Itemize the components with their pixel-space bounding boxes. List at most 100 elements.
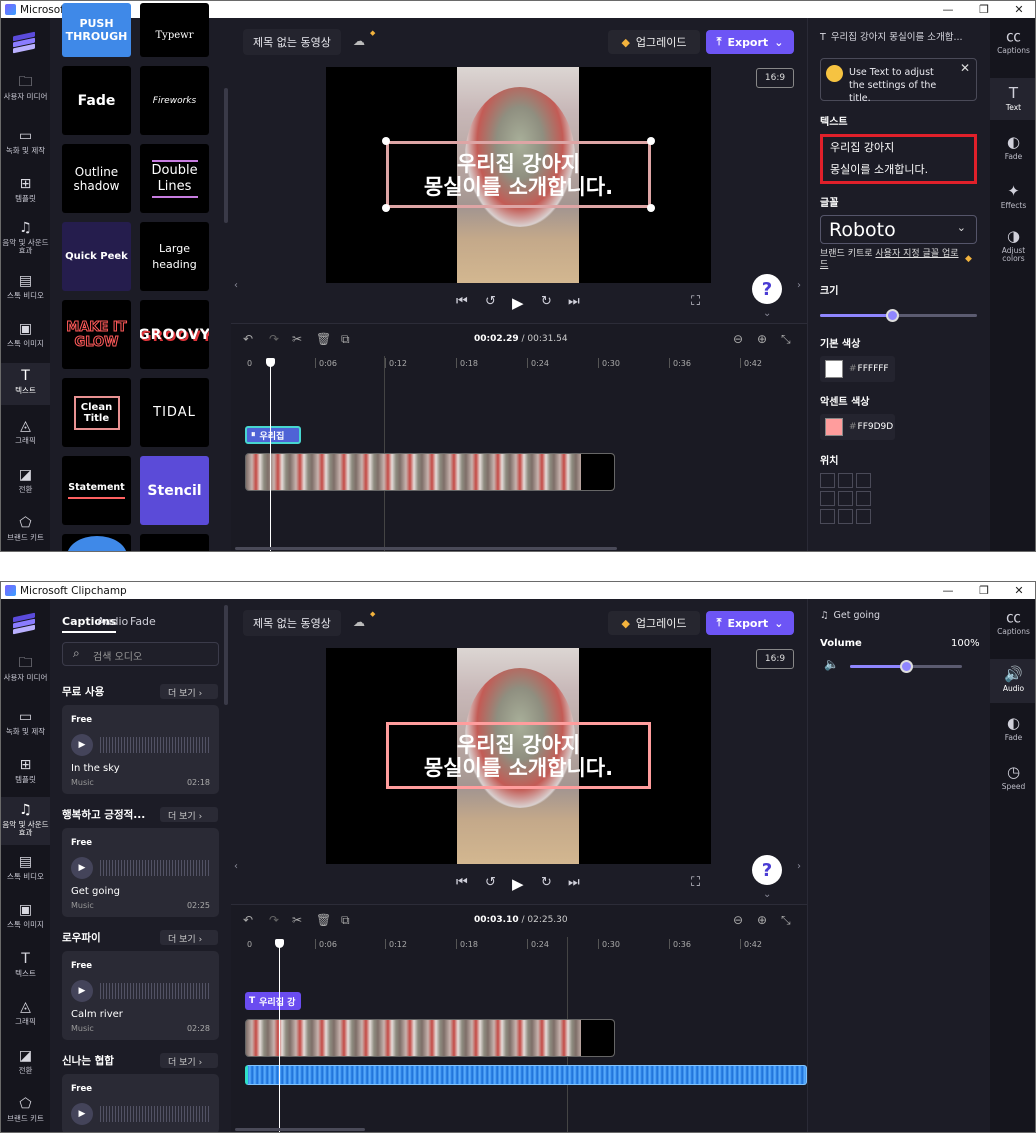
text-tile-partial-2[interactable] xyxy=(140,534,209,551)
close-tip-icon[interactable]: ✕ xyxy=(960,62,970,75)
nav-text[interactable]: T 텍스트 xyxy=(1,951,50,978)
volume-slider[interactable] xyxy=(850,660,962,673)
video-clip[interactable] xyxy=(245,1019,615,1057)
font-dropdown[interactable]: Roboto ⌄ xyxy=(820,215,977,244)
text-clip[interactable]: ⏸ 우리집 xyxy=(245,426,301,444)
nav-user-media[interactable]: 🗀 사용자 미디어 xyxy=(1,655,50,682)
upgrade-button[interactable]: ◆ 업그레이드 xyxy=(608,611,700,635)
resize-handle-bl[interactable] xyxy=(382,204,390,212)
see-more-button[interactable]: 더 보기 › xyxy=(160,930,218,945)
text-tile-groovy[interactable]: GROOVY xyxy=(140,300,209,369)
zoom-out-icon[interactable]: ⊖ xyxy=(733,332,743,346)
zoom-in-icon[interactable]: ⊕ xyxy=(757,332,767,346)
maximize-button[interactable]: ❐ xyxy=(966,1,1002,18)
skip-end-icon[interactable]: ⏭ xyxy=(568,294,580,309)
export-button[interactable]: ⤒ Export ⌄ xyxy=(706,30,794,54)
collapse-left-icon[interactable]: ‹ xyxy=(234,861,238,872)
text-clip[interactable]: T 우리집 강 xyxy=(245,992,301,1010)
caption-text-box[interactable]: 우리집 강아지 몽실이를 소개합니다. xyxy=(386,141,651,208)
text-tile-stencil[interactable]: Stencil xyxy=(140,456,209,525)
forward-5-icon[interactable]: ↻ xyxy=(541,875,552,890)
text-tile-quick-peek[interactable]: Quick Peek xyxy=(62,222,131,291)
nav-graphics[interactable]: ◬ 그래픽 xyxy=(1,999,50,1026)
collapse-right-icon[interactable]: › xyxy=(797,861,801,872)
text-tile-statement[interactable]: Statement xyxy=(62,456,131,525)
zoom-in-icon[interactable]: ⊕ xyxy=(757,913,767,927)
pos-cell[interactable] xyxy=(820,491,835,506)
project-title[interactable]: 제목 없는 동영상 xyxy=(243,29,341,55)
delete-icon[interactable]: 🗑 xyxy=(316,913,331,927)
text-tile-push-through[interactable]: PUSH THROUGH xyxy=(62,3,131,57)
see-more-button[interactable]: 더 보기 › xyxy=(160,807,218,822)
resize-handle-tr[interactable] xyxy=(647,137,655,145)
audio-search-input[interactable]: ⌕ 검색 오디오 xyxy=(62,642,219,666)
fullscreen-icon[interactable]: ⛶ xyxy=(691,294,700,309)
pos-cell[interactable] xyxy=(838,473,853,488)
text-tile-double-lines[interactable]: Double Lines xyxy=(140,144,209,213)
nav-brand-kit[interactable]: ⬠ 브랜드 키트 xyxy=(1,515,50,542)
text-tile-make-it-glow[interactable]: MAKE IT GLOW xyxy=(62,300,131,369)
play-icon[interactable]: ▶ xyxy=(512,294,524,312)
playhead[interactable] xyxy=(279,945,280,1132)
tab-speed[interactable]: ◷ Speed xyxy=(990,764,1035,791)
delete-icon[interactable]: 🗑 xyxy=(316,332,331,346)
duplicate-icon[interactable]: ⧉ xyxy=(341,332,350,347)
undo-icon[interactable]: ↶ xyxy=(243,913,253,927)
caption-text-box[interactable]: 우리집 강아지 몽실이를 소개합니다. xyxy=(386,722,651,789)
redo-icon[interactable]: ↷ xyxy=(269,332,279,346)
tab-fade[interactable]: ◐ Fade xyxy=(990,715,1035,742)
collapse-left-icon[interactable]: ‹ xyxy=(234,280,238,291)
tab-effects[interactable]: ✦ Effects xyxy=(990,183,1035,210)
aspect-ratio-button[interactable]: 16:9 xyxy=(756,649,794,669)
cloud-off-icon[interactable]: ☁ xyxy=(353,615,369,631)
audio-card[interactable]: Free ▶ Get going Music 02:25 xyxy=(62,828,219,917)
rewind-5-icon[interactable]: ↺ xyxy=(485,294,496,309)
redo-icon[interactable]: ↷ xyxy=(269,913,279,927)
timeline-ruler[interactable]: 0 0:06 0:12 0:18 0:24 0:30 0:36 0:42 xyxy=(231,937,807,953)
pos-cell[interactable] xyxy=(856,509,871,524)
pos-cell[interactable] xyxy=(820,473,835,488)
nav-transitions[interactable]: ◪ 전환 xyxy=(1,1048,50,1075)
see-more-button[interactable]: 더 보기 › xyxy=(160,684,218,699)
text-tile-tidal[interactable]: TIDAL xyxy=(140,378,209,447)
size-slider[interactable] xyxy=(820,309,977,322)
video-clip[interactable] xyxy=(245,453,615,491)
base-color-swatch[interactable]: # FFFFFF xyxy=(820,356,895,382)
nav-stock-image[interactable]: ▣ 스톡 이미지 xyxy=(1,321,50,348)
text-tile-fireworks[interactable]: Fireworks xyxy=(140,66,209,135)
nav-stock-video[interactable]: ▤ 스톡 비디오 xyxy=(1,854,50,881)
playhead[interactable] xyxy=(270,364,271,551)
text-tile-large-heading[interactable]: Large heading xyxy=(140,222,209,291)
nav-stock-image[interactable]: ▣ 스톡 이미지 xyxy=(1,902,50,929)
pos-cell[interactable] xyxy=(856,473,871,488)
text-tile-outline-shadow[interactable]: Outline shadow xyxy=(62,144,131,213)
text-input[interactable]: 우리집 강아지 몽실이를 소개합니다. xyxy=(820,134,977,184)
rewind-5-icon[interactable]: ↺ xyxy=(485,875,496,890)
collapse-right-icon[interactable]: › xyxy=(797,280,801,291)
close-button[interactable]: ✕ xyxy=(1001,1,1035,18)
timeline-ruler[interactable]: 0 0:06 0:12 0:18 0:24 0:30 0:36 0:42 xyxy=(231,356,807,372)
timeline-scrollbar[interactable] xyxy=(235,547,617,550)
pos-cell[interactable] xyxy=(838,491,853,506)
audio-card[interactable]: Free ▶ xyxy=(62,1074,219,1132)
pos-cell[interactable] xyxy=(820,509,835,524)
cut-icon[interactable]: ✂ xyxy=(292,913,302,927)
cloud-off-icon[interactable]: ☁ xyxy=(353,34,369,50)
tab-captions[interactable]: ㏄ Captions xyxy=(990,609,1035,636)
text-tile-typewriter[interactable]: Typewr xyxy=(140,3,209,57)
nav-templates[interactable]: ⊞ 템플릿 xyxy=(1,176,50,203)
tab-music[interactable]: Audio xyxy=(97,615,128,628)
pos-cell[interactable] xyxy=(856,491,871,506)
nav-transitions[interactable]: ◪ 전환 xyxy=(1,467,50,494)
upgrade-button[interactable]: ◆ 업그레이드 xyxy=(608,30,700,54)
tab-captions[interactable]: ㏄ Captions xyxy=(990,28,1035,55)
play-icon[interactable]: ▶ xyxy=(512,875,524,893)
forward-5-icon[interactable]: ↻ xyxy=(541,294,552,309)
play-icon[interactable]: ▶ xyxy=(71,734,93,756)
resize-handle-tl[interactable] xyxy=(382,137,390,145)
audio-card[interactable]: Free ▶ Calm river Music 02:28 xyxy=(62,951,219,1040)
nav-record-create[interactable]: ▭ 녹화 및 제작 xyxy=(1,128,50,155)
playhead-handle[interactable] xyxy=(266,358,275,367)
aspect-ratio-button[interactable]: 16:9 xyxy=(756,68,794,88)
nav-brand-kit[interactable]: ⬠ 브랜드 키트 xyxy=(1,1096,50,1123)
